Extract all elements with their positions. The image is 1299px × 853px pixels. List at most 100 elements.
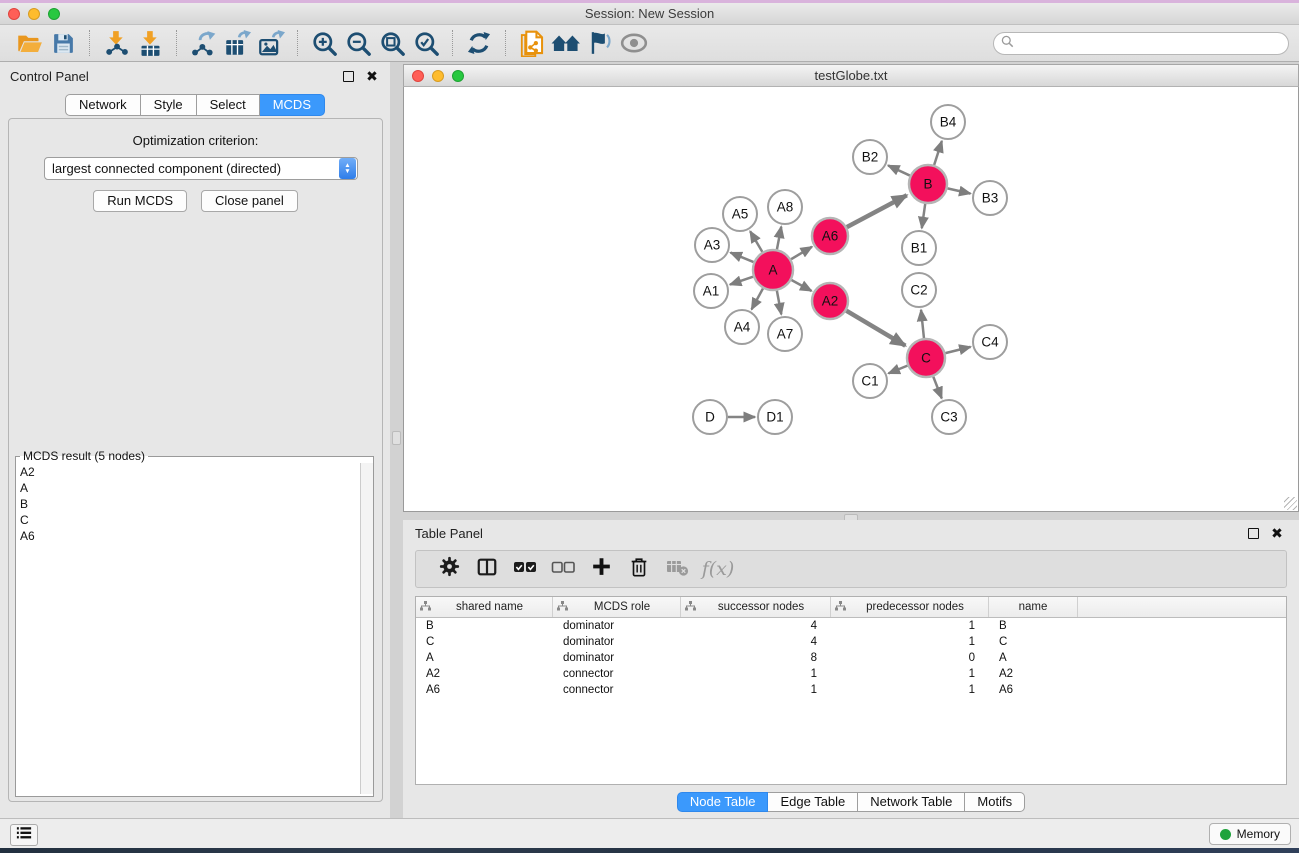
column-header-predecessor-nodes[interactable]: predecessor nodes xyxy=(831,597,989,617)
network-edge[interactable] xyxy=(921,310,924,338)
table-row[interactable]: A2connector11A2 xyxy=(416,666,1286,682)
network-edge[interactable] xyxy=(948,188,971,193)
network-edge[interactable] xyxy=(750,231,762,252)
mcds-result-item[interactable]: A xyxy=(20,480,360,496)
network-node-C[interactable]: C xyxy=(907,339,945,377)
network-node-A8[interactable]: A8 xyxy=(768,190,802,224)
column-header-shared-name[interactable]: shared name xyxy=(416,597,553,617)
table-row[interactable]: Cdominator41C xyxy=(416,634,1286,650)
network-node-A3[interactable]: A3 xyxy=(695,228,729,262)
tab-motifs[interactable]: Motifs xyxy=(965,792,1025,812)
delete-table-button[interactable] xyxy=(658,553,696,585)
network-edge[interactable] xyxy=(888,165,910,175)
window-resize-grip[interactable] xyxy=(1284,497,1297,510)
import-network-button[interactable] xyxy=(99,28,133,58)
refresh-view-button[interactable] xyxy=(462,28,496,58)
network-node-B3[interactable]: B3 xyxy=(973,181,1007,215)
network-node-A4[interactable]: A4 xyxy=(725,310,759,344)
network-node-B1[interactable]: B1 xyxy=(902,231,936,265)
deselect-all-columns-button[interactable] xyxy=(544,553,582,585)
network-node-C2[interactable]: C2 xyxy=(902,273,936,307)
network-edge[interactable] xyxy=(889,366,908,374)
zoom-selected-button[interactable] xyxy=(409,28,443,58)
network-node-D1[interactable]: D1 xyxy=(758,400,792,434)
network-node-B2[interactable]: B2 xyxy=(853,140,887,174)
network-edge[interactable] xyxy=(933,377,941,399)
network-edge[interactable] xyxy=(847,195,907,227)
network-edge[interactable] xyxy=(730,277,753,285)
minimize-network-button[interactable] xyxy=(432,70,444,82)
table-row[interactable]: Adominator80A xyxy=(416,650,1286,666)
export-table-button[interactable] xyxy=(220,28,254,58)
network-node-A[interactable]: A xyxy=(753,250,793,290)
task-history-button[interactable] xyxy=(10,824,38,846)
zoom-fit-button[interactable] xyxy=(375,28,409,58)
network-node-A2[interactable]: A2 xyxy=(812,283,848,319)
close-panel-button-mcds[interactable]: Close panel xyxy=(201,190,298,212)
vertical-splitter-handle[interactable] xyxy=(392,431,401,445)
float-panel-button[interactable] xyxy=(340,68,356,84)
export-image-button[interactable] xyxy=(254,28,288,58)
mcds-result-item[interactable]: A2 xyxy=(20,464,360,480)
clone-network-button[interactable] xyxy=(515,28,549,58)
function-builder-button[interactable]: f(x) xyxy=(696,553,734,585)
network-node-C1[interactable]: C1 xyxy=(853,364,887,398)
show-hide-eye-button[interactable] xyxy=(617,28,651,58)
table-row[interactable]: A6connector11A6 xyxy=(416,682,1286,698)
network-node-A1[interactable]: A1 xyxy=(694,274,728,308)
delete-columns-button[interactable] xyxy=(620,553,658,585)
network-node-C4[interactable]: C4 xyxy=(973,325,1007,359)
network-edge[interactable] xyxy=(934,141,942,165)
network-edge[interactable] xyxy=(752,288,763,309)
network-edge[interactable] xyxy=(731,253,754,262)
network-edge[interactable] xyxy=(791,247,812,259)
zoom-out-button[interactable] xyxy=(341,28,375,58)
mcds-result-item[interactable]: B xyxy=(20,496,360,512)
network-canvas[interactable]: AA1A2A3A4A5A6A7A8BB1B2B3B4CC1C2C3C4DD1 xyxy=(403,87,1299,512)
column-header-successor-nodes[interactable]: successor nodes xyxy=(681,597,831,617)
close-table-panel-button[interactable]: ✖ xyxy=(1269,525,1285,541)
network-node-A7[interactable]: A7 xyxy=(768,317,802,351)
zoom-network-button[interactable] xyxy=(452,70,464,82)
memory-button[interactable]: Memory xyxy=(1209,823,1291,845)
network-edge[interactable] xyxy=(777,227,781,250)
network-node-D[interactable]: D xyxy=(693,400,727,434)
home-view-button[interactable] xyxy=(549,28,583,58)
open-session-button[interactable] xyxy=(12,28,46,58)
run-mcds-button[interactable]: Run MCDS xyxy=(93,190,187,212)
column-header-name[interactable]: name xyxy=(989,597,1078,617)
network-edge[interactable] xyxy=(791,280,811,291)
tab-node-table[interactable]: Node Table xyxy=(677,792,769,812)
table-settings-button[interactable] xyxy=(430,553,468,585)
tab-mcds[interactable]: MCDS xyxy=(260,94,325,116)
tab-network[interactable]: Network xyxy=(65,94,141,116)
tab-edge-table[interactable]: Edge Table xyxy=(768,792,858,812)
tab-network-table[interactable]: Network Table xyxy=(858,792,965,812)
criterion-dropdown[interactable]: largest connected component (directed) ▲… xyxy=(44,157,358,180)
close-panel-button[interactable]: ✖ xyxy=(364,68,380,84)
float-table-panel-button[interactable] xyxy=(1245,525,1261,541)
zoom-in-button[interactable] xyxy=(307,28,341,58)
mcds-result-item[interactable]: C xyxy=(20,512,360,528)
save-session-button[interactable] xyxy=(46,28,80,58)
table-row[interactable]: Bdominator41B xyxy=(416,618,1286,634)
tab-style[interactable]: Style xyxy=(141,94,197,116)
tab-select[interactable]: Select xyxy=(197,94,260,116)
mcds-result-item[interactable]: A6 xyxy=(20,528,360,544)
export-network-button[interactable] xyxy=(186,28,220,58)
search-input[interactable] xyxy=(1018,37,1288,51)
network-edge[interactable] xyxy=(922,204,925,228)
create-column-button[interactable] xyxy=(582,553,620,585)
import-table-button[interactable] xyxy=(133,28,167,58)
network-node-A5[interactable]: A5 xyxy=(723,197,757,231)
network-node-B[interactable]: B xyxy=(909,165,947,203)
network-edge[interactable] xyxy=(846,311,905,346)
mcds-list-scrollbar[interactable] xyxy=(360,463,373,794)
close-network-button[interactable] xyxy=(412,70,424,82)
network-node-C3[interactable]: C3 xyxy=(932,400,966,434)
select-all-columns-button[interactable] xyxy=(506,553,544,585)
graphics-details-button[interactable] xyxy=(583,28,617,58)
column-header-MCDS-role[interactable]: MCDS role xyxy=(553,597,681,617)
network-node-B4[interactable]: B4 xyxy=(931,105,965,139)
network-edge[interactable] xyxy=(777,291,781,315)
